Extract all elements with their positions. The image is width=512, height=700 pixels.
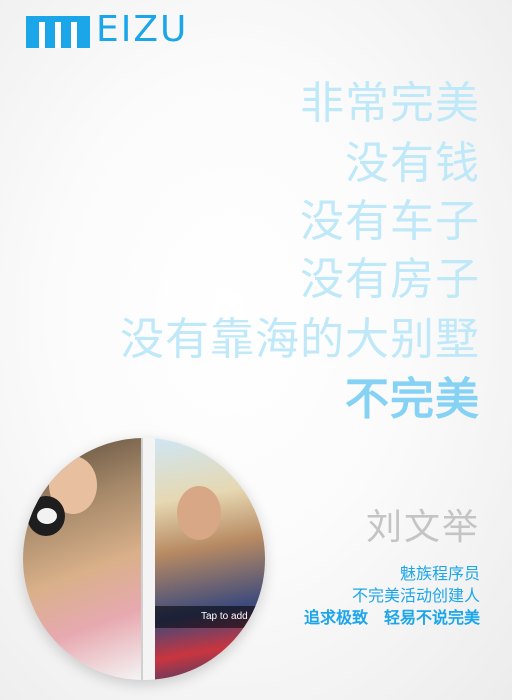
logo-m-block <box>26 16 90 48</box>
logo-wordmark: EIZU <box>96 9 189 50</box>
slogan-line-2: 没有钱 <box>345 138 480 189</box>
profile-photo: Tap to add <box>23 438 265 680</box>
photo-left-panel <box>23 438 141 680</box>
slogan-line-4: 没有房子 <box>300 254 480 305</box>
tap-to-add-overlay[interactable]: Tap to add <box>155 606 265 628</box>
motto: 追求极致 轻易不说完美 <box>303 608 480 627</box>
photo-right-panel <box>155 438 265 680</box>
slogan-line-3: 没有车子 <box>300 196 480 247</box>
role-line-1: 魅族程序员 <box>399 564 480 583</box>
slogan-punchline: 不完美 <box>345 374 480 425</box>
person-name: 刘文举 <box>365 507 480 548</box>
meizu-logo: EIZU <box>26 10 212 50</box>
slogan-line-5: 没有靠海的大别墅 <box>120 314 480 365</box>
slogan-line-1: 非常完美 <box>300 78 480 129</box>
role-line-2: 不完美活动创建人 <box>351 586 480 605</box>
